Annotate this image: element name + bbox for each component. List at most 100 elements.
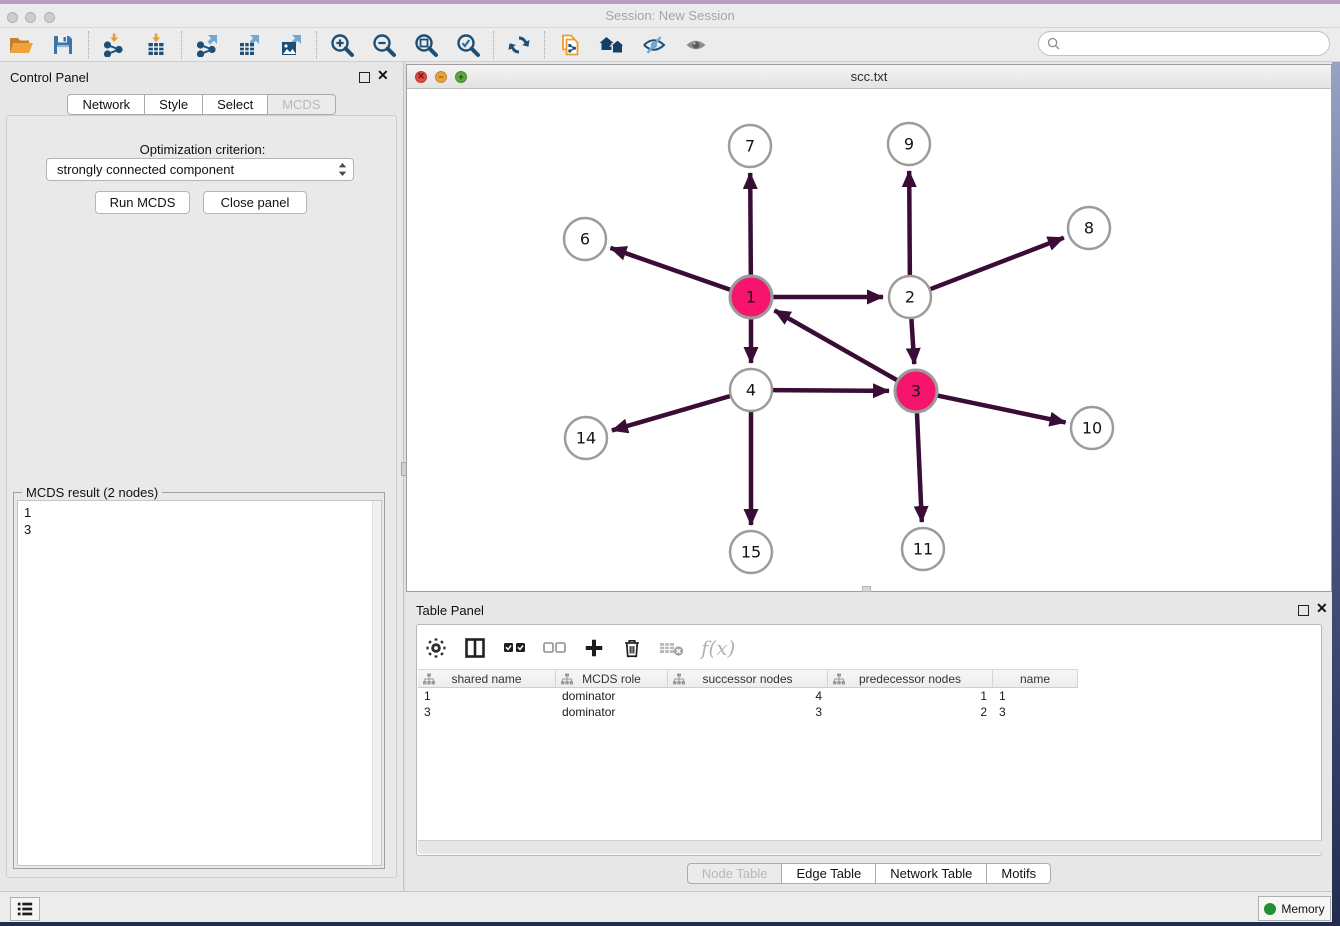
tab-network-table[interactable]: Network Table bbox=[876, 863, 987, 884]
edge-3-11[interactable] bbox=[917, 413, 922, 522]
column-header-successor-nodes[interactable]: successor nodes bbox=[668, 670, 828, 687]
node-15[interactable]: 15 bbox=[730, 531, 772, 573]
column-header-shared-name[interactable]: shared name bbox=[418, 670, 556, 687]
network-graph[interactable]: 7961284314101511 bbox=[407, 89, 1331, 591]
hierarchy-icon bbox=[673, 673, 685, 685]
network-minimize-icon[interactable]: − bbox=[435, 71, 447, 83]
network-resize-grip[interactable] bbox=[862, 586, 871, 592]
svg-text:1: 1 bbox=[746, 288, 756, 307]
save-session-icon[interactable] bbox=[42, 29, 84, 61]
zoom-in-icon[interactable] bbox=[321, 29, 363, 61]
search-input[interactable] bbox=[1065, 36, 1329, 51]
mcds-result-text: 1 3 bbox=[24, 504, 31, 538]
zoom-window-icon[interactable] bbox=[44, 12, 55, 23]
edge-1-7[interactable] bbox=[750, 173, 751, 275]
first-neighbors-icon[interactable] bbox=[591, 29, 633, 61]
optimization-criterion-select[interactable]: strongly connected component bbox=[46, 158, 354, 181]
tab-network[interactable]: Network bbox=[67, 94, 145, 115]
svg-text:11: 11 bbox=[913, 540, 933, 559]
close-panel-button[interactable]: Close panel bbox=[203, 191, 307, 214]
zoom-selected-icon[interactable] bbox=[447, 29, 489, 61]
export-table-icon[interactable] bbox=[228, 29, 270, 61]
result-scrollbar[interactable] bbox=[372, 501, 381, 865]
search-icon bbox=[1047, 37, 1060, 50]
float-table-panel-icon[interactable] bbox=[1298, 603, 1309, 621]
node-2[interactable]: 2 bbox=[889, 276, 931, 318]
select-all-icon[interactable] bbox=[503, 639, 527, 657]
node-table: f(x) shared name MCDS role successor nod… bbox=[416, 624, 1322, 856]
zoom-out-icon[interactable] bbox=[363, 29, 405, 61]
edge-2-3[interactable] bbox=[911, 319, 914, 364]
network-maximize-icon[interactable]: + bbox=[455, 71, 467, 83]
table-panel-tabs: Node Table Edge Table Network Table Moti… bbox=[406, 863, 1332, 884]
node-8[interactable]: 8 bbox=[1068, 207, 1110, 249]
delete-column-icon[interactable] bbox=[621, 637, 643, 659]
tab-style[interactable]: Style bbox=[145, 94, 203, 115]
node-6[interactable]: 6 bbox=[564, 218, 606, 260]
edge-2-8[interactable] bbox=[931, 238, 1064, 289]
node-11[interactable]: 11 bbox=[902, 528, 944, 570]
show-all-icon[interactable] bbox=[675, 29, 717, 61]
zoom-fit-icon[interactable] bbox=[405, 29, 447, 61]
show-columns-icon[interactable] bbox=[463, 636, 487, 660]
minimize-window-icon[interactable] bbox=[25, 12, 36, 23]
mcds-result-textarea[interactable]: 1 3 bbox=[17, 500, 382, 866]
close-panel-icon[interactable]: ✕ bbox=[377, 70, 389, 81]
node-7[interactable]: 7 bbox=[729, 125, 771, 167]
node-14[interactable]: 14 bbox=[565, 417, 607, 459]
close-window-icon[interactable] bbox=[7, 12, 18, 23]
add-column-icon[interactable] bbox=[583, 637, 605, 659]
search-field[interactable] bbox=[1038, 31, 1330, 56]
toolbar-separator bbox=[88, 31, 89, 59]
tab-motifs[interactable]: Motifs bbox=[987, 863, 1051, 884]
table-horizontal-scrollbar[interactable] bbox=[418, 840, 1322, 854]
tab-select[interactable]: Select bbox=[203, 94, 268, 115]
network-window-titlebar[interactable]: ✕ − + scc.txt bbox=[407, 65, 1331, 89]
node-4[interactable]: 4 bbox=[730, 369, 772, 411]
import-table-icon[interactable] bbox=[135, 29, 177, 61]
select-value: strongly connected component bbox=[57, 162, 234, 177]
tab-node-table[interactable]: Node Table bbox=[687, 863, 783, 884]
column-header-predecessor-nodes[interactable]: predecessor nodes bbox=[828, 670, 993, 687]
mcds-result-title: MCDS result (2 nodes) bbox=[22, 485, 162, 500]
column-header-name[interactable]: name bbox=[993, 670, 1078, 687]
close-table-panel-icon[interactable]: ✕ bbox=[1316, 603, 1328, 614]
svg-text:8: 8 bbox=[1084, 219, 1094, 238]
node-1[interactable]: 1 bbox=[730, 276, 772, 318]
node-3[interactable]: 3 bbox=[895, 370, 937, 412]
tab-mcds[interactable]: MCDS bbox=[268, 94, 335, 115]
edge-2-9[interactable] bbox=[909, 171, 910, 275]
deselect-all-icon[interactable] bbox=[543, 639, 567, 657]
network-window-title: scc.txt bbox=[407, 69, 1331, 84]
table-row[interactable]: 3 dominator 3 2 3 bbox=[418, 704, 1078, 720]
table-row[interactable]: 1 dominator 4 1 1 bbox=[418, 688, 1078, 704]
tab-edge-table[interactable]: Edge Table bbox=[782, 863, 876, 884]
traffic-lights[interactable] bbox=[7, 10, 55, 28]
network-close-icon[interactable]: ✕ bbox=[415, 71, 427, 83]
toolbar-separator bbox=[544, 31, 545, 59]
open-session-icon[interactable] bbox=[0, 29, 42, 61]
export-image-icon[interactable] bbox=[270, 29, 312, 61]
task-history-button[interactable] bbox=[10, 897, 40, 921]
run-mcds-button[interactable]: Run MCDS bbox=[95, 191, 190, 214]
control-panel-title: Control Panel bbox=[10, 70, 89, 85]
hide-selected-icon[interactable] bbox=[633, 29, 675, 61]
edge-1-6[interactable] bbox=[610, 248, 730, 290]
node-9[interactable]: 9 bbox=[888, 123, 930, 165]
table-settings-gear-icon[interactable] bbox=[425, 637, 447, 659]
edge-4-14[interactable] bbox=[612, 396, 730, 430]
column-header-mcds-role[interactable]: MCDS role bbox=[556, 670, 668, 687]
mcds-panel: Optimization criterion: strongly connect… bbox=[6, 115, 397, 878]
refresh-icon[interactable] bbox=[498, 29, 540, 61]
edge-4-3[interactable] bbox=[773, 390, 889, 391]
duplicate-network-icon[interactable] bbox=[549, 29, 591, 61]
edge-3-1[interactable] bbox=[774, 310, 896, 380]
export-network-icon[interactable] bbox=[186, 29, 228, 61]
import-network-icon[interactable] bbox=[93, 29, 135, 61]
table-panel-title: Table Panel bbox=[416, 603, 484, 618]
memory-button[interactable]: Memory bbox=[1258, 896, 1331, 921]
task-list-icon bbox=[15, 900, 35, 918]
edge-3-10[interactable] bbox=[938, 396, 1066, 423]
node-10[interactable]: 10 bbox=[1071, 407, 1113, 449]
float-panel-icon[interactable] bbox=[359, 70, 370, 88]
